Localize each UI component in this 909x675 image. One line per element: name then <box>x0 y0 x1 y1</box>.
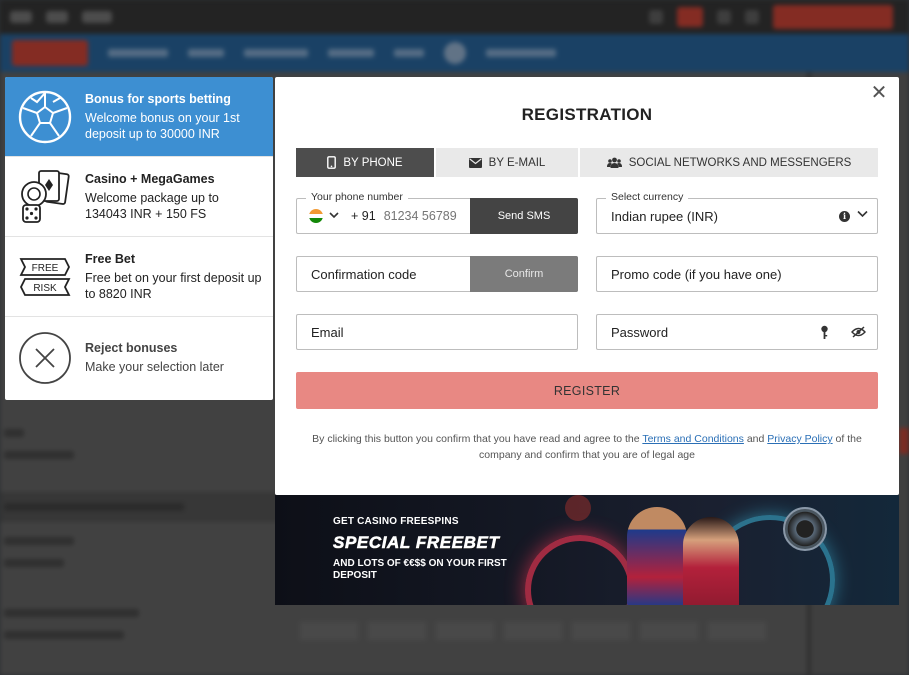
phone-legend: Your phone number <box>306 191 408 203</box>
tab-by-phone[interactable]: BY PHONE <box>296 148 436 177</box>
send-sms-button[interactable]: Send SMS <box>470 198 578 234</box>
info-icon[interactable]: i <box>839 211 850 222</box>
people-icon <box>606 157 622 168</box>
bonus-title: Free Bet <box>85 251 136 266</box>
free-risk-icon: FREE RISK <box>5 255 85 299</box>
envelope-icon <box>468 157 482 168</box>
phone-field: Your phone number + 91 Send SMS <box>296 191 578 234</box>
football-player-image <box>627 507 687 605</box>
tab-by-email[interactable]: BY E-MAIL <box>436 148 580 177</box>
confirmation-code-field[interactable]: Confirmation code Confirm <box>296 256 578 292</box>
password-placeholder: Password <box>611 324 669 340</box>
banner-decoration <box>525 535 635 605</box>
confirmation-code-placeholder: Confirmation code <box>311 266 417 282</box>
tab-label: BY PHONE <box>343 156 403 169</box>
privacy-policy-link[interactable]: Privacy Policy <box>767 433 832 445</box>
bonus-description: Free bet on your first deposit up to 882… <box>85 270 262 301</box>
legal-text: By clicking this button you confirm that… <box>305 431 869 463</box>
registration-tabs: BY PHONE BY E-MAIL SOCIAL NETWORKS AND M… <box>296 148 878 177</box>
woman-image <box>683 517 739 605</box>
bonus-description: Make your selection later <box>85 360 224 374</box>
chevron-down-icon[interactable] <box>857 209 868 221</box>
bonus-title: Reject bonuses <box>85 341 178 355</box>
tab-label: BY E-MAIL <box>488 156 546 169</box>
tab-label: SOCIAL NETWORKS AND MESSENGERS <box>628 156 852 169</box>
promo-code-field[interactable]: Promo code (if you have one) <box>596 256 878 292</box>
email-field[interactable]: Email <box>296 314 578 350</box>
roulette-wheel-image <box>783 507 827 551</box>
password-field[interactable]: Password <box>596 314 878 350</box>
bonus-description: Welcome package up to 134043 INR + 150 F… <box>85 190 219 221</box>
risk-label: RISK <box>33 283 57 294</box>
tab-social-networks[interactable]: SOCIAL NETWORKS AND MESSENGERS <box>580 148 878 177</box>
legal-text-part: and <box>743 433 768 445</box>
casino-chips-icon <box>5 169 85 225</box>
registration-modal: ✕ REGISTRATION BY PHONE BY E-MAIL SOCIAL… <box>275 77 899 495</box>
bonus-title: Casino + MegaGames <box>85 171 215 186</box>
key-icon[interactable] <box>820 325 829 343</box>
reject-x-icon <box>5 331 85 385</box>
bonus-option-reject[interactable]: Reject bonuses Make your selection later <box>5 317 273 399</box>
eye-slash-icon[interactable] <box>851 326 866 341</box>
banner-line-3: AND LOTS OF €€$$ ON YOUR FIRST DEPOSIT <box>333 558 507 581</box>
register-button[interactable]: REGISTER <box>296 372 878 409</box>
banner-ball-image <box>565 495 591 521</box>
currency-value: Indian rupee (INR) <box>611 208 718 224</box>
india-flag-icon[interactable] <box>309 209 323 223</box>
bonus-panel: Bonus for sports betting Welcome bonus o… <box>5 77 273 400</box>
currency-select[interactable]: Select currency Indian rupee (INR) i <box>596 191 878 234</box>
phone-icon <box>327 156 337 169</box>
bonus-option-freebet[interactable]: FREE RISK Free Bet Free bet on your firs… <box>5 237 273 317</box>
bonus-description: Welcome bonus on your 1st deposit up to … <box>85 110 240 141</box>
bonus-title: Bonus for sports betting <box>85 91 231 106</box>
banner-headline: SPECIAL FREEBET <box>333 533 500 553</box>
bonus-option-casino[interactable]: Casino + MegaGames Welcome package up to… <box>5 157 273 237</box>
bonus-option-sports[interactable]: Bonus for sports betting Welcome bonus o… <box>5 77 273 157</box>
terms-link[interactable]: Terms and Conditions <box>642 433 744 445</box>
email-placeholder: Email <box>311 324 344 340</box>
free-label: FREE <box>32 263 59 274</box>
country-code: + 91 <box>351 209 376 223</box>
phone-input[interactable] <box>383 209 474 223</box>
confirm-button[interactable]: Confirm <box>470 256 578 292</box>
chevron-down-icon[interactable] <box>329 211 339 222</box>
modal-title: REGISTRATION <box>521 105 653 124</box>
banner-line-1: GET CASINO FREESPINS <box>333 516 459 527</box>
close-icon[interactable]: ✕ <box>869 83 889 103</box>
legal-text-part: By clicking this button you confirm that… <box>312 433 643 445</box>
promo-code-placeholder: Promo code (if you have one) <box>611 266 782 282</box>
promo-banner[interactable]: GET CASINO FREESPINS SPECIAL FREEBET AND… <box>275 495 899 605</box>
currency-legend: Select currency <box>606 191 689 203</box>
soccer-ball-icon <box>5 90 85 144</box>
